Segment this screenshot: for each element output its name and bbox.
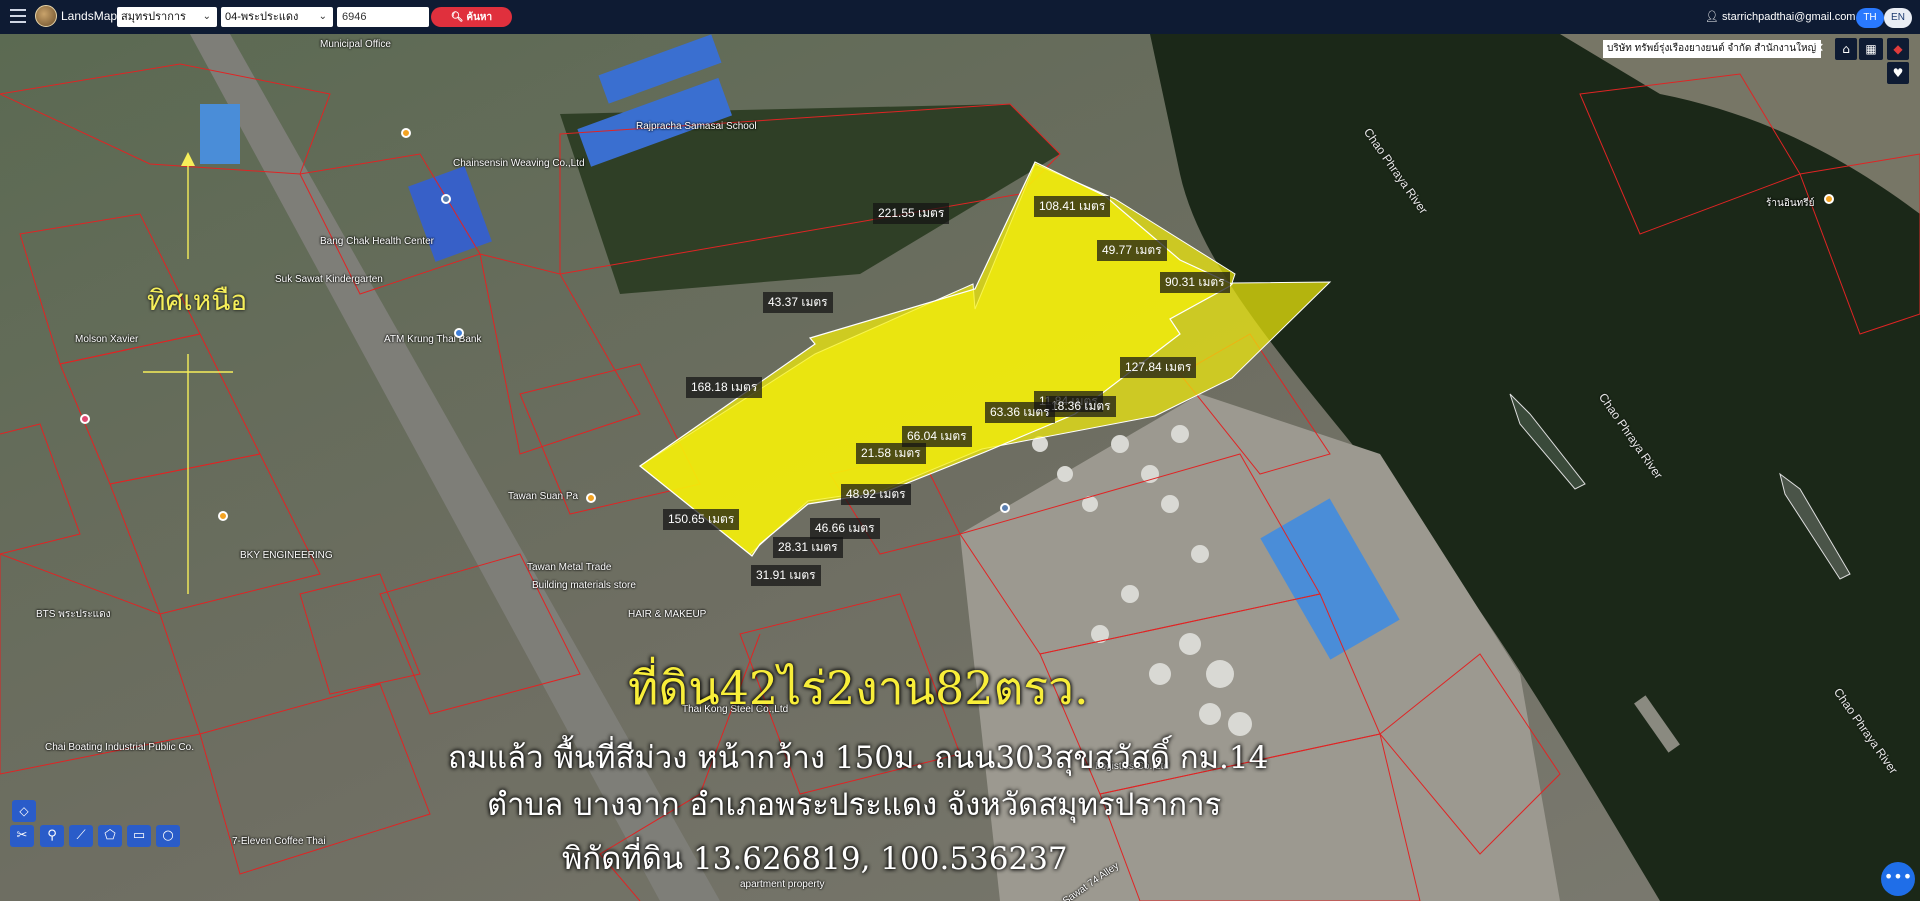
user-icon: 👤︎ — [1705, 11, 1723, 23]
province-select[interactable]: สมุทรปราการ ⌄ — [117, 7, 217, 27]
map-canvas[interactable]: Municipal Office Rajpracha Samasai Schoo… — [0, 34, 1920, 901]
poi-label[interactable]: Bang Chak Health Center — [320, 236, 434, 247]
search-label: ค้นหา — [466, 11, 493, 23]
overlay-line: ถมแล้ว พื้นที่สีม่วง หน้ากว้าง 150ม. ถนน… — [448, 740, 1269, 776]
poi-label[interactable]: HAIR & MAKEUP — [628, 609, 706, 620]
measurement-label: 18.36 เมตร — [1046, 396, 1116, 417]
measurement-label: 46.66 เมตร — [810, 518, 880, 539]
measurement-label: 63.36 เมตร — [985, 402, 1055, 423]
measurement-label: 127.84 เมตร — [1120, 357, 1197, 378]
poi-pin-icon[interactable] — [218, 511, 228, 521]
poi-label[interactable]: Suk Sawat Kindergarten — [275, 274, 383, 285]
eraser-icon[interactable]: ◇ — [12, 800, 36, 822]
province-value: สมุทรปราการ — [121, 11, 186, 23]
poi-label[interactable]: Tawan Metal Trade — [527, 562, 612, 573]
measurement-label: 48.92 เมตร — [841, 484, 911, 505]
measurement-label: 150.65 เมตร — [663, 509, 740, 530]
home-icon[interactable]: ⌂ — [1835, 38, 1857, 60]
poi-label[interactable]: Building materials store — [532, 580, 636, 591]
poi-label[interactable]: Rajpracha Samasai School — [636, 121, 757, 132]
chevron-down-icon: ⌄ — [318, 11, 327, 22]
chat-icon[interactable]: ••• — [1881, 862, 1915, 896]
rectangle-icon[interactable]: ▭ — [127, 825, 151, 847]
heart-icon[interactable]: ♥ — [1887, 62, 1909, 84]
pin-icon[interactable]: ◆ — [1887, 38, 1909, 60]
district-value: 04-พระประแดง — [225, 11, 299, 23]
measurement-label: 108.41 เมตร — [1034, 196, 1111, 217]
poi-pin-icon[interactable] — [441, 194, 451, 204]
poi-label[interactable]: ร้านอินทรีย์ — [1766, 196, 1815, 211]
measurement-label: 49.77 เมตร — [1097, 240, 1167, 261]
search-button[interactable]: 🔍︎ ค้นหา — [431, 7, 512, 27]
poi-label[interactable]: Tawan Suan Pa — [508, 491, 578, 502]
logo-icon — [35, 5, 57, 27]
district-select[interactable]: 04-พระประแดง ⌄ — [221, 7, 333, 27]
measurement-label: 21.58 เมตร — [856, 443, 926, 464]
parcel-number-input[interactable] — [337, 7, 429, 27]
measurement-label: 43.37 เมตร — [763, 292, 833, 313]
lang-th-button[interactable]: TH — [1856, 8, 1884, 28]
poi-label[interactable]: BKY ENGINEERING — [240, 550, 333, 561]
poi-label[interactable]: 7-Eleven Coffee Thai — [232, 836, 326, 847]
poi-label[interactable]: ATM Krung Thai Bank — [384, 334, 481, 345]
polygon-icon[interactable]: ⬠ — [98, 825, 122, 847]
poi-label[interactable]: Molson Xavier — [75, 334, 138, 345]
poi-pin-icon[interactable] — [586, 493, 596, 503]
chevron-down-icon: ⌄ — [202, 11, 211, 22]
scissors-icon[interactable]: ✂ — [10, 825, 34, 847]
company-field[interactable]: บริษัท ทรัพย์รุ่งเรืองยางยนต์ จำกัด สำนั… — [1603, 40, 1821, 58]
polyline-icon[interactable]: ⟋ — [69, 825, 93, 847]
marker-icon[interactable]: ⚲ — [40, 825, 64, 847]
hamburger-icon[interactable] — [10, 9, 26, 23]
poi-label[interactable]: Chainsensin Weaving Co.,Ltd — [453, 158, 585, 169]
circle-icon[interactable]: ○ — [156, 825, 180, 847]
poi-label[interactable]: Chai Boating Industrial Public Co. — [45, 742, 194, 753]
overlay-line: ตำบล บางจาก อำเภอพระประแดง จังหวัดสมุทรป… — [487, 787, 1222, 823]
north-label: ทิศเหนือ — [147, 284, 248, 317]
lang-en-button[interactable]: EN — [1884, 8, 1912, 28]
poi-pin-icon[interactable] — [401, 128, 411, 138]
search-icon: 🔍︎ — [450, 11, 467, 23]
top-bar: LandsMaps สมุทรปราการ ⌄ 04-พระประแดง ⌄ 🔍… — [0, 0, 1920, 34]
close-icon[interactable]: ✕ — [1808, 38, 1830, 60]
overlay-line: พิกัดที่ดิน 13.626819, 100.536237 — [562, 841, 1068, 877]
grid-icon[interactable]: ▦ — [1859, 38, 1883, 60]
overlay-title: ที่ดิน42ไร่2งาน82ตรว. — [628, 661, 1089, 715]
measurement-label: 168.18 เมตร — [686, 377, 763, 398]
user-email: starrichpadthai@gmail.com — [1722, 11, 1856, 23]
measurement-label: 90.31 เมตร — [1160, 272, 1230, 293]
poi-pin-icon[interactable] — [80, 414, 90, 424]
user-menu[interactable]: 👤︎ starrichpadthai@gmail.com ⌄ — [1705, 10, 1868, 23]
poi-label[interactable]: BTS พระประแดง — [36, 607, 110, 622]
poi-pin-icon[interactable] — [1824, 194, 1834, 204]
measurement-label: 221.55 เมตร — [873, 203, 950, 224]
poi-pin-icon[interactable] — [1000, 503, 1010, 513]
poi-label[interactable]: Municipal Office — [320, 39, 391, 50]
brand-name: LandsMaps — [61, 9, 124, 23]
measurement-label: 28.31 เมตร — [773, 537, 843, 558]
measurement-label: 31.91 เมตร — [751, 565, 821, 586]
poi-pin-icon[interactable] — [454, 328, 464, 338]
